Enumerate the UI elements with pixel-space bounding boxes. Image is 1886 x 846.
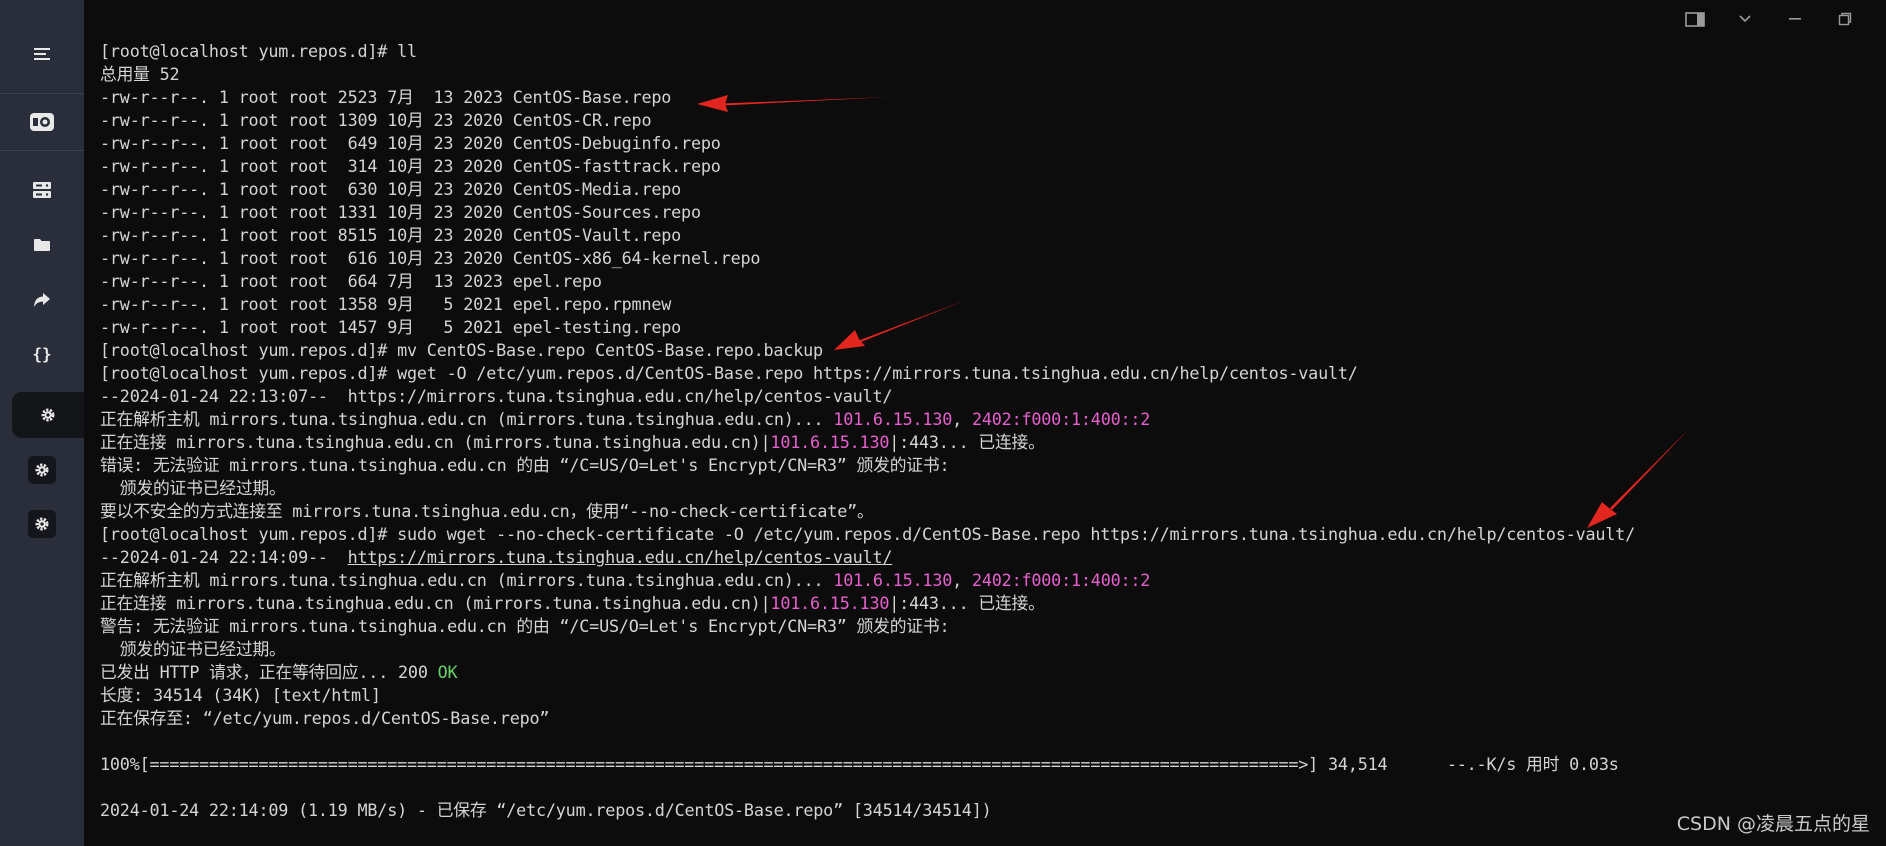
http-status-ok: OK <box>437 662 458 682</box>
sidebar-item-settings-3[interactable] <box>0 504 84 544</box>
chevron-down-icon <box>1739 15 1751 23</box>
terminal-line: -rw-r--r--. 1 root root 649 10月 23 2020 … <box>100 133 721 153</box>
resolve-prefix: 正在解析主机 mirrors.tuna.tsinghua.edu.cn (mir… <box>100 570 834 590</box>
gear-tile <box>28 510 56 538</box>
terminal-line: 正在连接 mirrors.tuna.tsinghua.edu.cn (mirro… <box>100 431 1880 454</box>
forward-icon <box>34 293 50 307</box>
sidebar-item-settings-active[interactable] <box>6 395 90 435</box>
terminal-line: -rw-r--r--. 1 root root 630 10月 23 2020 … <box>100 179 682 199</box>
terminal-line: -rw-r--r--. 1 root root 1331 10月 23 2020… <box>100 202 701 222</box>
connect-suffix: |:443... 已连接。 <box>889 593 1045 613</box>
sidebar-toggle-icon <box>1685 11 1705 27</box>
gear-icon <box>35 463 49 477</box>
terminal-line: 总用量 52 <box>100 64 180 84</box>
terminal-line: -rw-r--r--. 1 root root 616 10月 23 2020 … <box>100 248 761 268</box>
restore-button[interactable] <box>1825 6 1865 32</box>
terminal-line: -rw-r--r--. 1 root root 8515 10月 23 2020… <box>100 225 682 245</box>
terminal-line: [root@localhost yum.repos.d]# wget -O /e… <box>100 363 1358 383</box>
terminal-line: -rw-r--r--. 1 root root 1358 9月 5 2021 e… <box>100 294 672 314</box>
terminal-line: 正在连接 mirrors.tuna.tsinghua.edu.cn (mirro… <box>100 592 1880 615</box>
url-link[interactable]: https://mirrors.tuna.tsinghua.edu.cn/hel… <box>348 547 893 567</box>
sidebar-toggle-button[interactable] <box>1675 6 1715 32</box>
dropdown-button[interactable] <box>1725 6 1765 32</box>
terminal-output[interactable]: [root@localhost yum.repos.d]# ll 总用量 52 … <box>100 40 1880 822</box>
terminal-line: 颁发的证书已经过期。 <box>100 478 286 498</box>
restore-icon <box>1838 12 1852 26</box>
terminal-line: -rw-r--r--. 1 root root 314 10月 23 2020 … <box>100 156 721 176</box>
svg-text:{}: {} <box>32 345 51 363</box>
terminal-line: 正在保存至: “/etc/yum.repos.d/CentOS-Base.rep… <box>100 708 550 728</box>
braces-icon: {} <box>32 345 51 363</box>
app-logo-icon <box>30 113 54 131</box>
terminal-line: 正在解析主机 mirrors.tuna.tsinghua.edu.cn (mir… <box>100 569 1880 592</box>
terminal-line: 2024-01-24 22:14:09 (1.19 MB/s) - 已保存 “/… <box>100 800 992 820</box>
ipv4-address: 101.6.15.130 <box>770 593 890 613</box>
gear-icon <box>35 517 49 531</box>
gear-tile <box>28 456 56 484</box>
sidebar-item-code[interactable]: {} <box>0 334 84 374</box>
watermark: CSDN @凌晨五点的星 <box>1676 813 1870 835</box>
terminal-line: [root@localhost yum.repos.d]# sudo wget … <box>100 524 1635 544</box>
terminal-line: -rw-r--r--. 1 root root 664 7月 13 2023 e… <box>100 271 602 291</box>
terminal-line: 已发出 HTTP 请求，正在等待回应... 200 OK <box>100 661 1880 684</box>
resolve-prefix: 正在解析主机 mirrors.tuna.tsinghua.edu.cn (mir… <box>100 409 834 429</box>
terminal-line: -rw-r--r--. 1 root root 2523 7月 13 2023 … <box>100 87 672 107</box>
connect-prefix: 正在连接 mirrors.tuna.tsinghua.edu.cn (mirro… <box>100 593 771 613</box>
terminal-line: [root@localhost yum.repos.d]# mv CentOS-… <box>100 340 823 360</box>
sidebar-divider <box>0 93 84 94</box>
menu-button[interactable] <box>0 34 84 74</box>
ipv6-address: 2402:f000:1:400::2 <box>971 409 1151 429</box>
ipv4-address: 101.6.15.130 <box>770 432 890 452</box>
sidebar-item-forward[interactable] <box>0 280 84 320</box>
terminal-line: 正在解析主机 mirrors.tuna.tsinghua.edu.cn (mir… <box>100 408 1880 431</box>
terminal-line: -rw-r--r--. 1 root root 1457 9月 5 2021 e… <box>100 317 682 337</box>
progress-line: 100%[===================================… <box>100 754 1619 774</box>
sidebar-item-settings-2[interactable] <box>0 450 84 490</box>
terminal-line: 错误: 无法验证 mirrors.tuna.tsinghua.edu.cn 的由… <box>100 455 950 475</box>
ipv6-address: 2402:f000:1:400::2 <box>971 570 1151 590</box>
connect-suffix: |:443... 已连接。 <box>889 432 1045 452</box>
ipv4-address: 101.6.15.130 <box>833 409 953 429</box>
terminal-line: 颁发的证书已经过期。 <box>100 639 286 659</box>
terminal-line: --2024-01-24 22:13:07-- https://mirrors.… <box>100 386 893 406</box>
timestamp-prefix: --2024-01-24 22:14:09-- <box>100 547 348 567</box>
gear-icon <box>41 408 55 422</box>
terminal-line: -rw-r--r--. 1 root root 1309 10月 23 2020… <box>100 110 652 130</box>
hamburger-icon <box>34 48 50 60</box>
terminal-line: [root@localhost yum.repos.d]# ll <box>100 41 417 61</box>
sidebar-item-servers[interactable] <box>0 170 84 210</box>
sidebar: {} <box>0 0 84 846</box>
terminal-line: --2024-01-24 22:14:09-- https://mirrors.… <box>100 546 1880 569</box>
terminal-line: 要以不安全的方式连接至 mirrors.tuna.tsinghua.edu.cn… <box>100 501 874 521</box>
terminal-line: 警告: 无法验证 mirrors.tuna.tsinghua.edu.cn 的由… <box>100 616 950 636</box>
sidebar-item-files[interactable] <box>0 225 84 265</box>
sidebar-divider <box>0 150 84 151</box>
minimize-button[interactable] <box>1775 6 1815 32</box>
terminal-line: 长度: 34514 (34K) [text/html] <box>100 685 381 705</box>
server-icon <box>33 182 51 198</box>
separator: , <box>952 409 972 429</box>
app-logo-button[interactable] <box>0 102 84 142</box>
http-status-prefix: 已发出 HTTP 请求，正在等待回应... 200 <box>100 662 438 682</box>
separator: , <box>952 570 972 590</box>
ipv4-address: 101.6.15.130 <box>833 570 953 590</box>
folder-icon <box>34 239 50 251</box>
minimize-icon <box>1789 18 1801 20</box>
connect-prefix: 正在连接 mirrors.tuna.tsinghua.edu.cn (mirro… <box>100 432 771 452</box>
